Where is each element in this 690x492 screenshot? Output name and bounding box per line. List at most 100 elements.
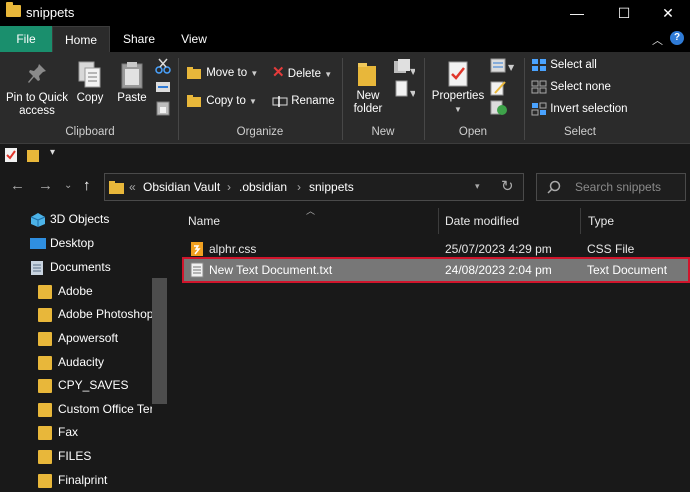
nav-item-apowersoft[interactable]: Apowersoft xyxy=(0,327,152,350)
copy-icon xyxy=(78,61,101,88)
delete-button[interactable]: ✕ Delete ▼ xyxy=(272,64,332,82)
paste-shortcut-icon[interactable] xyxy=(155,100,171,116)
nav-item-custom-office-templates[interactable]: Custom Office Ter xyxy=(0,398,152,421)
file-date: 24/08/2023 2:04 pm xyxy=(445,263,552,277)
quick-access-toolbar: ▾ xyxy=(0,144,690,166)
file-date: 25/07/2023 4:29 pm xyxy=(445,242,552,256)
nav-item-adobe[interactable]: Adobe xyxy=(0,280,152,303)
nav-item-fax[interactable]: Fax xyxy=(0,421,152,444)
folder-icon xyxy=(38,403,52,417)
move-to-label: Move to xyxy=(206,67,248,79)
move-to-button[interactable]: Move to ▼ xyxy=(187,64,258,82)
rename-button[interactable]: Rename xyxy=(272,92,335,110)
properties-button[interactable]: Properties ▼ xyxy=(430,60,486,116)
easy-access-icon[interactable]: ▼ xyxy=(393,80,415,98)
nav-label: Adobe Photoshop xyxy=(58,307,152,321)
delete-label: Delete xyxy=(287,68,322,80)
maximize-button[interactable]: ☐ xyxy=(601,0,647,26)
open-group-label: Open xyxy=(458,126,488,138)
breadcrumb-snippets[interactable]: snippets xyxy=(309,180,354,194)
file-name: New Text Document.txt xyxy=(209,263,333,277)
folder-icon xyxy=(38,426,52,440)
nav-item-documents[interactable]: Documents xyxy=(0,256,152,279)
nav-item-adobe-photoshop[interactable]: Adobe Photoshop xyxy=(0,303,152,326)
invert-selection-button[interactable]: Invert selection xyxy=(531,100,628,118)
new-group-label: New xyxy=(371,126,395,138)
tab-view[interactable]: View xyxy=(170,26,218,52)
breadcrumb-separator[interactable]: › xyxy=(297,180,301,194)
desktop-icon xyxy=(30,238,46,249)
close-button[interactable]: ✕ xyxy=(645,0,690,26)
paste-button[interactable]: Paste xyxy=(114,60,150,105)
breadcrumb-separator[interactable]: › xyxy=(227,180,231,194)
svg-text:▼: ▼ xyxy=(508,63,515,72)
nav-scrollbar-thumb[interactable] xyxy=(152,278,167,404)
invert-selection-label: Invert selection xyxy=(550,103,628,115)
pin-icon xyxy=(28,64,46,83)
column-header-type[interactable]: Type xyxy=(588,214,614,228)
select-all-button[interactable]: Select all xyxy=(531,56,597,74)
new-item-icon[interactable]: ▼ xyxy=(393,58,415,76)
nav-item-audacity[interactable]: Audacity xyxy=(0,351,152,374)
file-row-selected[interactable]: New Text Document.txt 24/08/2023 2:04 pm… xyxy=(182,257,690,283)
nav-item-finalprint[interactable]: Finalprint xyxy=(0,469,152,492)
breadcrumb-obsidian-vault[interactable]: Obsidian Vault xyxy=(143,180,220,194)
tab-home[interactable]: Home xyxy=(52,26,110,52)
file-row[interactable]: alphr.css 25/07/2023 4:29 pm CSS File xyxy=(184,238,688,260)
customize-toolbar-icon[interactable]: ▾ xyxy=(50,147,55,158)
folder-icon xyxy=(6,2,21,17)
refresh-icon[interactable]: ↻ xyxy=(501,177,514,195)
nav-label: Documents xyxy=(50,260,111,274)
column-header-date-modified[interactable]: Date modified xyxy=(445,214,519,228)
nav-item-files[interactable]: FILES xyxy=(0,445,152,468)
nav-label: Desktop xyxy=(50,236,95,250)
navigation-pane: 3D Objects Desktop Documents Adobe Adobe… xyxy=(0,206,168,492)
properties-label: Properties xyxy=(431,90,485,102)
recent-locations-icon[interactable]: ⌄ xyxy=(64,180,72,191)
folder-icon xyxy=(38,332,52,346)
nav-item-cpy-saves[interactable]: CPY_SAVES xyxy=(0,374,152,397)
invert-selection-icon xyxy=(531,102,547,116)
copy-to-label: Copy to xyxy=(206,95,246,107)
edit-icon[interactable] xyxy=(490,80,508,96)
nav-label: Audacity xyxy=(58,355,105,369)
nav-label: Apowersoft xyxy=(58,331,119,345)
search-box[interactable]: Search snippets xyxy=(536,173,686,201)
address-bar[interactable]: « Obsidian Vault › .obsidian › snippets … xyxy=(104,173,524,201)
address-dropdown-icon[interactable]: ▾ xyxy=(475,181,480,192)
forward-arrow-icon[interactable]: → xyxy=(38,177,53,194)
move-to-dropdown-icon: ▼ xyxy=(250,69,259,78)
up-arrow-icon[interactable]: ↑ xyxy=(83,177,91,194)
open-icon[interactable]: ▼ xyxy=(490,58,516,74)
select-none-button[interactable]: Select none xyxy=(531,78,611,96)
back-arrow-icon[interactable]: ← xyxy=(10,177,25,194)
column-divider[interactable] xyxy=(438,208,439,234)
breadcrumb-overflow[interactable]: « xyxy=(129,180,136,194)
properties-quick-icon[interactable] xyxy=(4,147,18,163)
pin-to-quick-access-button[interactable]: Pin to Quick access xyxy=(4,62,70,118)
new-folder-quick-icon[interactable] xyxy=(26,147,40,163)
search-input[interactable]: Search snippets xyxy=(575,180,661,194)
tab-file[interactable]: File xyxy=(0,26,52,52)
file-list: ︿ Name Date modified Type alphr.css 25/0… xyxy=(170,206,690,492)
column-header-name[interactable]: Name xyxy=(188,214,220,228)
select-all-label: Select all xyxy=(550,59,597,71)
svg-text:▼: ▼ xyxy=(410,67,415,76)
nav-label: CPY_SAVES xyxy=(58,378,129,392)
copy-to-button[interactable]: Copy to ▼ xyxy=(187,92,257,110)
collapse-ribbon-icon[interactable]: ︿ xyxy=(652,32,663,48)
folder-icon xyxy=(38,379,52,393)
history-icon[interactable] xyxy=(490,100,508,116)
organize-group-label: Organize xyxy=(236,126,284,138)
cut-icon[interactable] xyxy=(155,58,171,74)
nav-item-3d-objects[interactable]: 3D Objects xyxy=(0,208,152,231)
copy-button[interactable]: Copy xyxy=(74,60,106,105)
minimize-button[interactable]: — xyxy=(554,0,600,26)
breadcrumb-obsidian[interactable]: .obsidian xyxy=(239,180,287,194)
copy-path-icon[interactable] xyxy=(155,80,171,94)
tab-share[interactable]: Share xyxy=(114,26,164,52)
nav-item-desktop[interactable]: Desktop xyxy=(0,232,152,255)
column-divider[interactable] xyxy=(580,208,581,234)
help-icon[interactable]: ? xyxy=(670,31,684,45)
new-folder-button[interactable]: New folder xyxy=(348,60,388,116)
